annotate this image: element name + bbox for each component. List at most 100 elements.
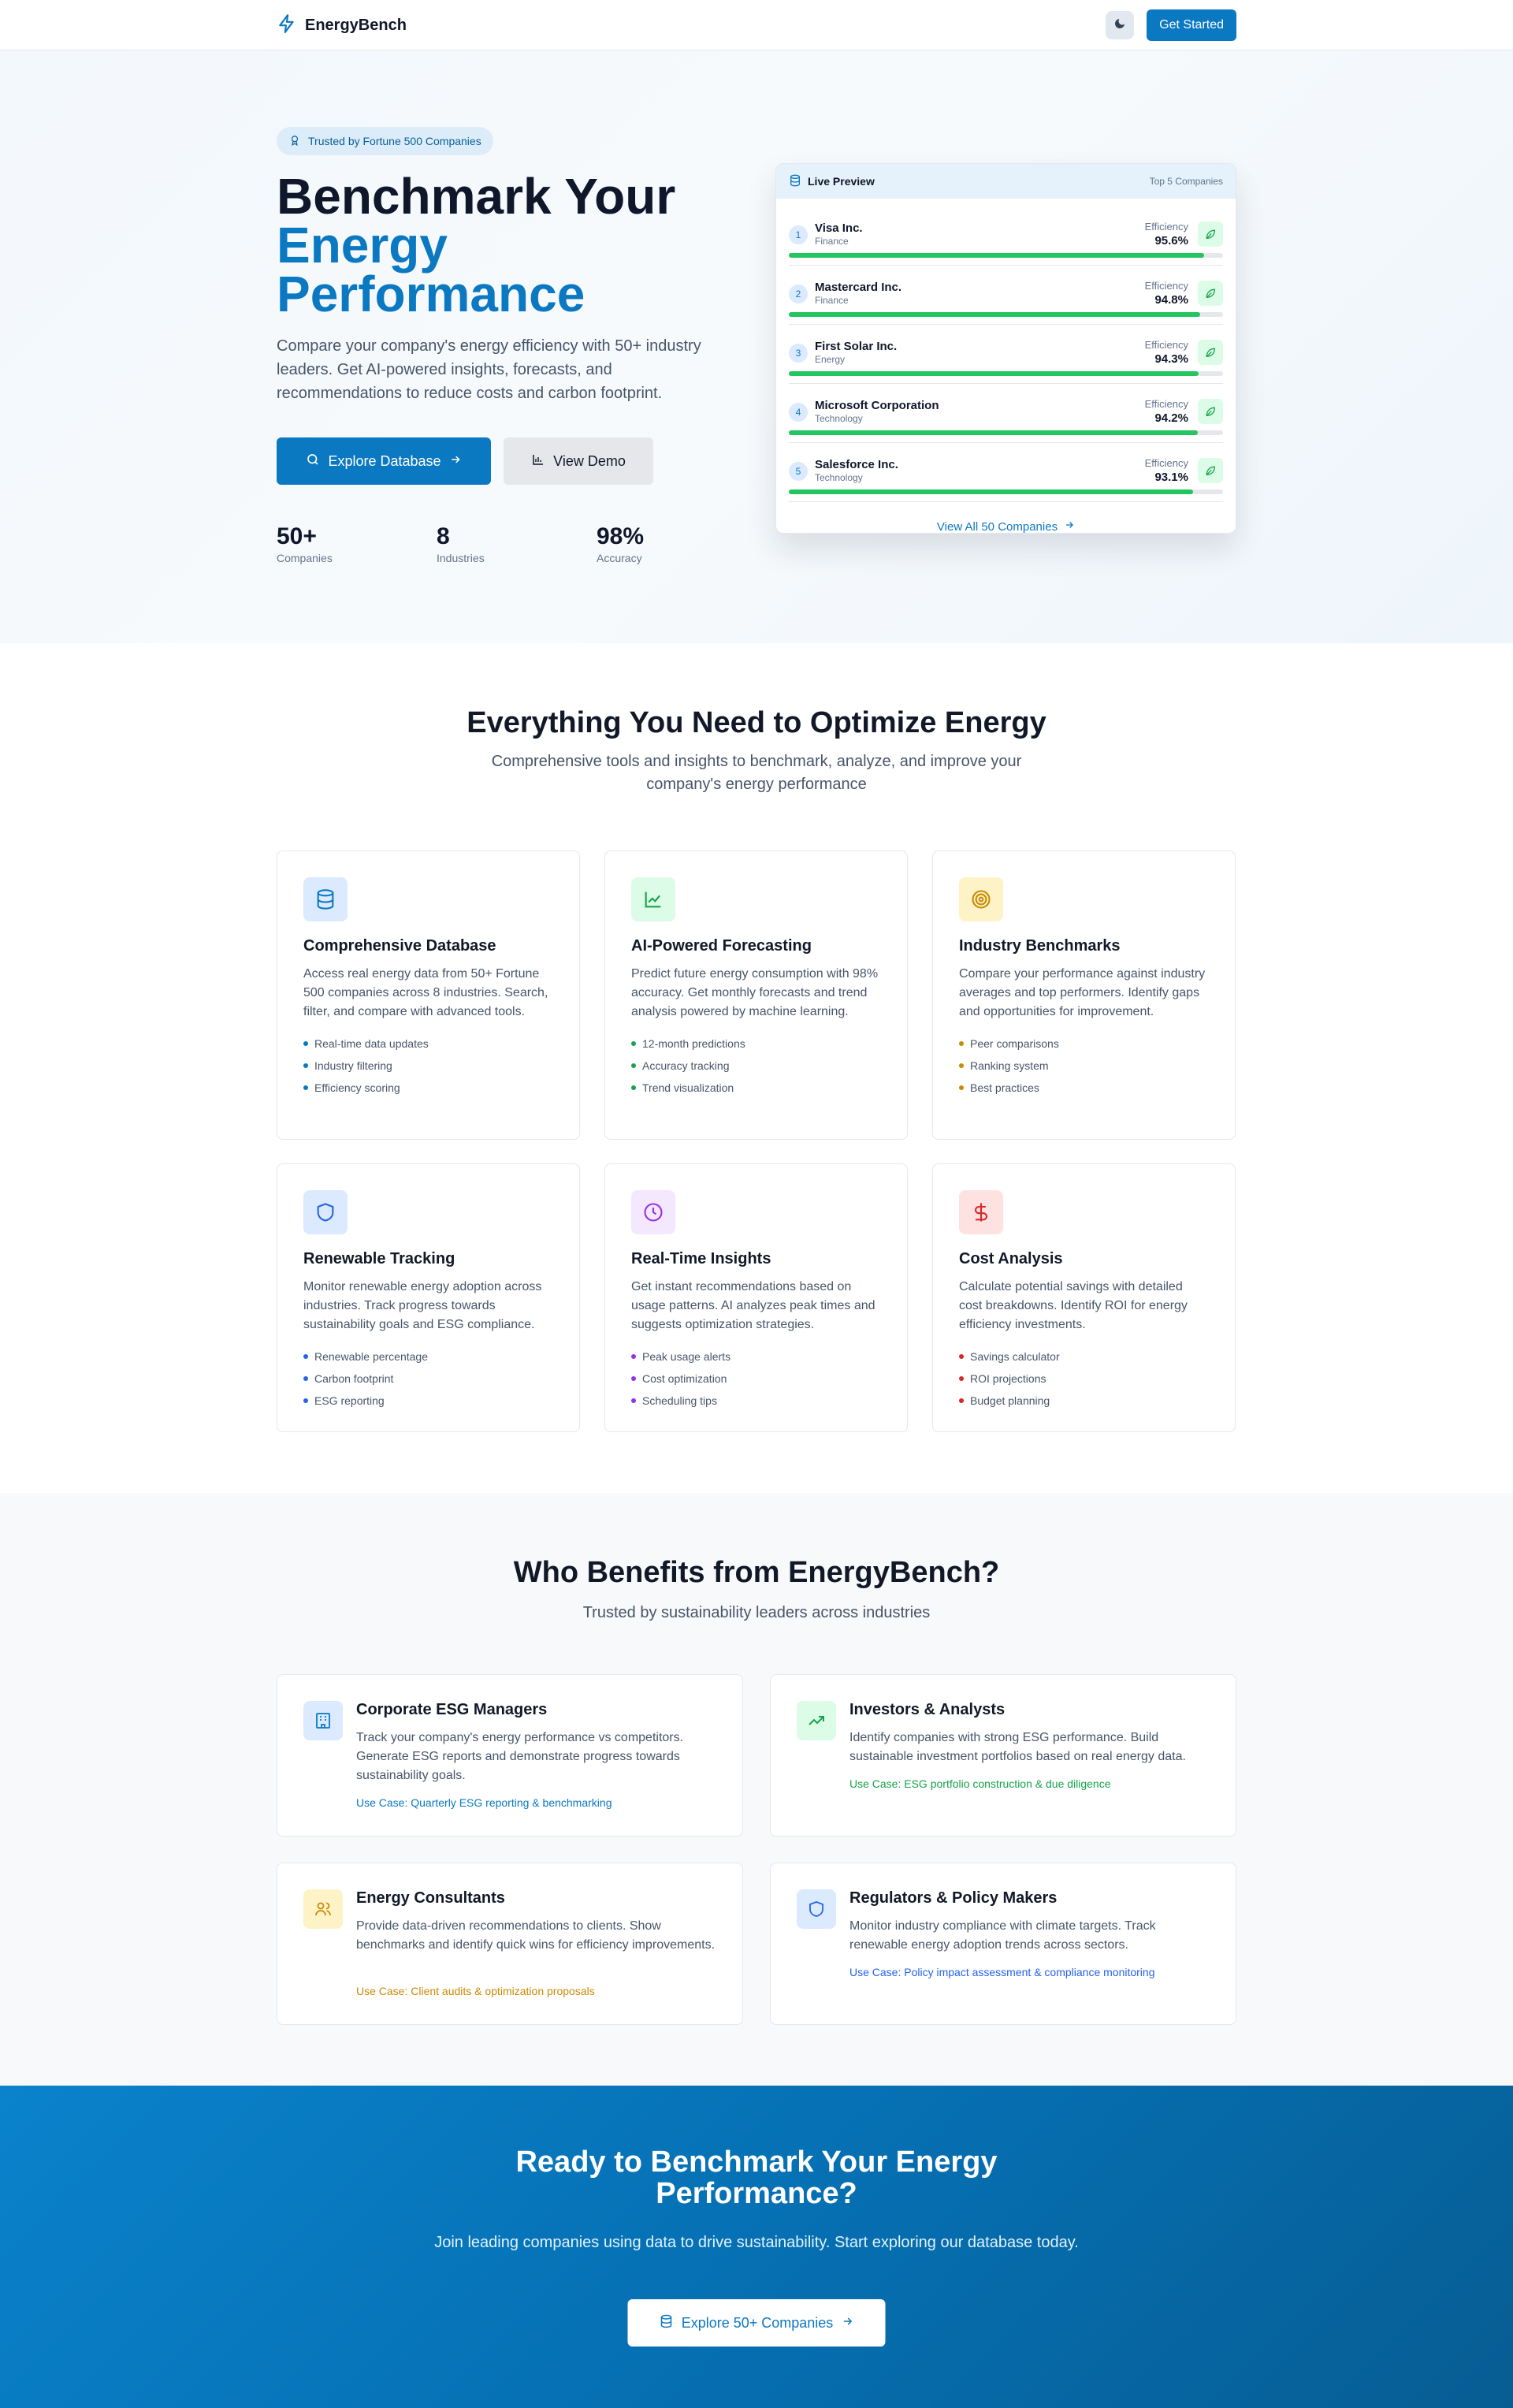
bullet-dot (959, 1085, 964, 1090)
efficiency-label: Efficiency (1144, 280, 1188, 292)
hero-subtitle: Compare your company's energy efficiency… (277, 337, 701, 402)
bullet-dot (631, 1063, 636, 1068)
features-section: Everything You Need to Optimize Energy C… (0, 643, 1513, 1493)
bullet-dot (303, 1041, 308, 1046)
brand-name: EnergyBench (305, 16, 407, 34)
view-demo-button[interactable]: View Demo (504, 437, 653, 485)
feature-title: Industry Benchmarks (959, 937, 1121, 955)
shield-icon (303, 1190, 348, 1234)
database-icon (303, 877, 348, 921)
feature-bullet-text: ESG reporting (314, 1394, 385, 1407)
efficiency-label: Efficiency (1144, 339, 1188, 351)
preview-header: Live Preview Top 5 Companies (776, 164, 1236, 199)
stat-label: Accuracy (597, 552, 642, 564)
feature-bullets: Savings calculator ROI projections Budget … (959, 1345, 1209, 1412)
efficiency-bar-fill (789, 430, 1199, 435)
bullet-dot (631, 1085, 636, 1090)
view-all-companies-link[interactable]: View All 50 Companies (776, 502, 1236, 533)
benefits-section: Who Benefits from EnergyBench? Trusted b… (0, 1493, 1513, 2086)
company-name: Salesforce Inc. (815, 458, 898, 471)
trust-badge: Trusted by Fortune 500 Companies (277, 127, 493, 155)
benefit-description: Identify companies with strong ESG perfo… (849, 1731, 1186, 1763)
benefit-card-regulators[interactable]: Regulators & Policy Makers Monitor indust… (770, 1863, 1236, 2025)
feature-card-cost[interactable]: Cost Analysis Calculate potential savings… (932, 1163, 1236, 1432)
efficiency-bar (789, 489, 1223, 494)
feature-bullet-text: Ranking system (970, 1059, 1049, 1072)
feature-bullet-text: Real-time data updates (314, 1037, 429, 1050)
bar-chart-icon (531, 452, 545, 471)
feature-bullet-text: Budget planning (970, 1394, 1050, 1407)
target-icon (959, 877, 1003, 921)
efficiency-value: 94.8% (1154, 293, 1188, 307)
benefits-title: Who Benefits from EnergyBench? (513, 1556, 1000, 1589)
feature-bullets: Renewable percentage Carbon footprint ESG … (303, 1345, 553, 1412)
company-row[interactable]: 4 Microsoft Corporation Technology Efficien… (789, 384, 1223, 443)
hero-section: Trusted by Fortune 500 Companies Benchma… (0, 50, 1513, 643)
bullet-dot (631, 1398, 636, 1403)
company-row[interactable]: 1 Visa Inc. Finance Efficiency 95.6% (789, 207, 1223, 266)
efficiency-bar (789, 371, 1223, 376)
company-industry: Energy (815, 354, 846, 365)
leaf-icon (1198, 281, 1223, 306)
company-industry: Technology (815, 472, 863, 483)
explore-database-button[interactable]: Explore Database (277, 437, 491, 485)
arrow-right-icon (449, 453, 462, 470)
feature-card-renewable[interactable]: Renewable Tracking Monitor renewable ener… (277, 1163, 580, 1432)
feature-bullet: Peak usage alerts (631, 1345, 881, 1368)
feature-card-database[interactable]: Comprehensive Database Access real energy… (277, 850, 580, 1140)
company-row[interactable]: 2 Mastercard Inc. Finance Efficiency 94.8% (789, 266, 1223, 325)
feature-card-benchmarks[interactable]: Industry Benchmarks Compare your performa… (932, 850, 1236, 1140)
efficiency-label: Efficiency (1144, 457, 1188, 469)
explore-companies-button[interactable]: Explore 50+ Companies (627, 2299, 886, 2347)
feature-bullet: ROI projections (959, 1368, 1209, 1390)
efficiency-value: 95.6% (1154, 234, 1188, 247)
feature-bullets: Real-time data updates Industry filtering… (303, 1033, 553, 1099)
feature-title: Cost Analysis (959, 1250, 1063, 1267)
theme-toggle-button[interactable] (1106, 11, 1135, 39)
explore-database-label: Explore Database (328, 452, 441, 469)
feature-bullet-text: Carbon footprint (314, 1372, 394, 1385)
company-name: First Solar Inc. (815, 340, 898, 353)
feature-bullet: Accuracy tracking (631, 1055, 881, 1077)
feature-card-forecasting[interactable]: AI-Powered Forecasting Predict future ene… (604, 850, 908, 1140)
brand[interactable]: EnergyBench (277, 13, 407, 38)
stat-value: 50+ (277, 523, 317, 549)
hero-title-accent: Energy Performance (277, 217, 585, 322)
bullet-dot (631, 1041, 636, 1046)
feature-description: Access real energy data from 50+ Fortune… (303, 967, 548, 1018)
bullet-dot (303, 1085, 308, 1090)
feature-card-insights[interactable]: Real-Time Insights Get instant recommenda… (604, 1163, 908, 1432)
feature-bullet-text: Savings calculator (970, 1350, 1060, 1363)
benefit-card-consultants[interactable]: Energy Consultants Provide data-driven re… (277, 1863, 743, 2025)
stat-value: 98% (597, 523, 645, 549)
rank-badge: 3 (789, 344, 808, 363)
hero-stats: 50+ Companies 8 Industries 98% Accuracy (277, 523, 756, 564)
feature-bullet: Efficiency scoring (303, 1077, 553, 1099)
company-row[interactable]: 5 Salesforce Inc. Technology Efficiency 93.1… (789, 443, 1223, 502)
stat-companies: 50+ Companies (277, 523, 437, 564)
features-title: Everything You Need to Optimize Energy (467, 706, 1046, 739)
company-list: 1 Visa Inc. Finance Efficiency 95.6% 2 Masterc… (776, 199, 1236, 502)
feature-bullet-text: Best practices (970, 1081, 1039, 1094)
feature-bullet-text: Renewable percentage (314, 1350, 428, 1363)
stat-industries: 8 Industries (437, 523, 597, 564)
company-industry: Technology (815, 413, 863, 424)
bullet-dot (303, 1398, 308, 1403)
benefit-card-investors[interactable]: Investors & Analysts Identify companies w… (770, 1674, 1236, 1837)
feature-bullet-text: Efficiency scoring (314, 1081, 400, 1094)
feature-description: Predict future energy consumption with 9… (631, 967, 879, 1018)
bullet-dot (959, 1354, 964, 1359)
cta-section: Ready to Benchmark Your Energy Performan… (0, 2086, 1513, 2408)
bullet-dot (303, 1376, 308, 1381)
benefit-use-case: Use Case: Client audits & optimization p… (356, 1985, 595, 1997)
benefit-card-esg-managers[interactable]: Corporate ESG Managers Track your company… (277, 1674, 743, 1837)
get-started-button[interactable]: Get Started (1147, 9, 1236, 41)
feature-bullet: Best practices (959, 1077, 1209, 1099)
stat-accuracy: 98% Accuracy (597, 523, 756, 564)
database-icon (660, 2314, 674, 2332)
building-icon (303, 1701, 343, 1740)
company-row[interactable]: 3 First Solar Inc. Energy Efficiency 94.3% (789, 325, 1223, 384)
stat-value: 8 (437, 523, 450, 549)
line-chart-icon (631, 877, 675, 921)
feature-bullet-text: Peak usage alerts (642, 1350, 731, 1363)
